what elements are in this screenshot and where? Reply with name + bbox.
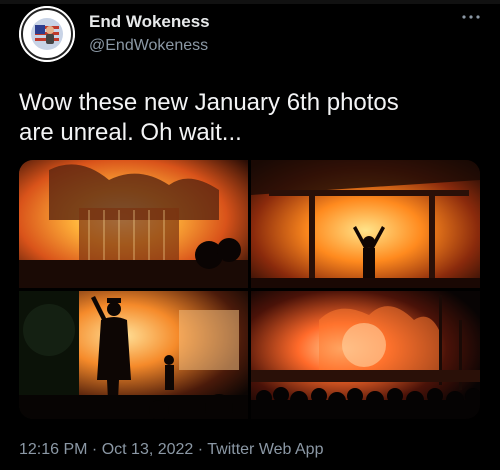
media-image-3[interactable]	[19, 291, 248, 419]
more-options-button[interactable]	[456, 10, 486, 30]
media-grid-canvas	[19, 160, 480, 419]
media-grid[interactable]	[19, 160, 480, 419]
tweet-metadata: 12:16 PM · Oct 13, 2022 · Twitter Web Ap…	[19, 441, 323, 459]
more-dots-icon	[462, 15, 480, 19]
avatar-badge-icon	[19, 6, 75, 62]
tweet-source[interactable]: Twitter Web App	[207, 441, 323, 458]
media-image-1[interactable]	[19, 160, 248, 288]
media-image-2[interactable]	[251, 160, 480, 288]
tweet-text-line: Wow these new January 6th photos	[19, 89, 399, 116]
author-display-name[interactable]: End Wokeness	[89, 12, 210, 32]
tweet-time[interactable]: 12:16 PM	[19, 441, 87, 458]
separator-dot: ·	[193, 441, 208, 458]
tweet-date[interactable]: Oct 13, 2022	[102, 441, 194, 458]
author-handle[interactable]: @EndWokeness	[89, 37, 208, 55]
tweet-text: Wow these new January 6th photos are unr…	[19, 88, 479, 148]
tweet-card: End Wokeness @EndWokeness Wow these new …	[0, 0, 500, 470]
tweet-text-line: are unreal. Oh wait...	[19, 119, 242, 146]
separator-dot: ·	[87, 441, 102, 458]
top-divider	[0, 0, 500, 4]
avatar[interactable]	[19, 6, 75, 62]
media-image-4[interactable]	[251, 291, 480, 419]
